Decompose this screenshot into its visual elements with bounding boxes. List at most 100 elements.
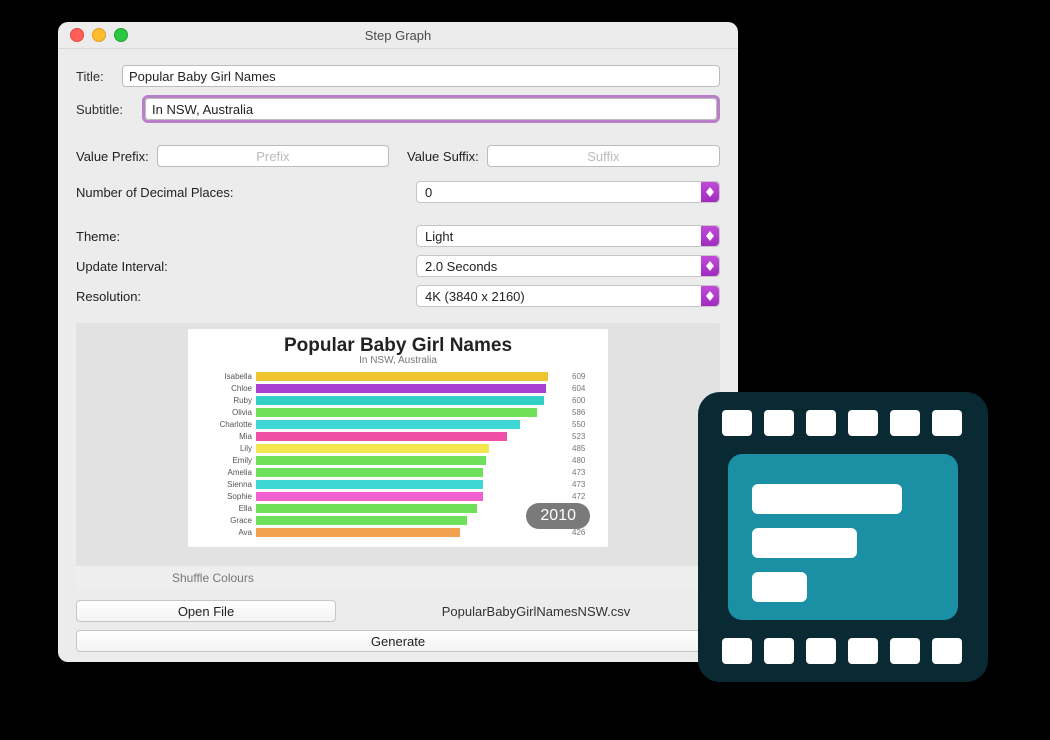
chart-bar-fill [256,432,507,441]
chart-bar-label: Emily [198,456,256,465]
chart-bar-track [256,528,568,537]
chart-bar-fill [256,372,548,381]
chart-bar-track [256,372,568,381]
chart-bar-fill [256,396,544,405]
chart-bar-track [256,480,568,489]
app-window: Step Graph Title: Subtitle: Value Prefix… [58,22,738,662]
label-subtitle: Subtitle: [76,102,142,117]
theme-select[interactable]: Light [416,225,720,247]
chart-bar-fill [256,384,546,393]
chart-bar-row: Isabella 609 [198,370,598,382]
chart-bar-track [256,456,568,465]
chevron-updown-icon [701,256,719,276]
chart-bar-track [256,504,568,513]
chart-bar-value: 480 [568,456,598,465]
chart-bar-label: Sienna [198,480,256,489]
chart-bar-value: 609 [568,372,598,381]
chart-bar-row: Amelia 473 [198,466,598,478]
chart-bar-label: Sophie [198,492,256,501]
chart-bar-track [256,492,568,501]
chart-bar-label: Olivia [198,408,256,417]
chart-bar-value: 604 [568,384,598,393]
chart-bar-label: Ruby [198,396,256,405]
label-decimal-places: Number of Decimal Places: [76,185,416,200]
update-interval-value: 2.0 Seconds [425,259,497,274]
decimal-places-select[interactable]: 0 [416,181,720,203]
value-prefix-input[interactable] [157,145,389,167]
value-suffix-input[interactable] [487,145,720,167]
resolution-select[interactable]: 4K (3840 x 2160) [416,285,720,307]
chart-bar-label: Amelia [198,468,256,477]
chart-bar-label: Isabella [198,372,256,381]
chart-bar-track [256,384,568,393]
chart-bar-row: Ruby 600 [198,394,598,406]
label-update-interval: Update Interval: [76,259,416,274]
preview-pane: Popular Baby Girl Names In NSW, Australi… [76,323,720,590]
label-resolution: Resolution: [76,289,416,304]
open-file-label: Open File [178,604,234,619]
chart-bar-row: Olivia 586 [198,406,598,418]
chart-bar-fill [256,408,537,417]
chart-bar-row: Sophie 472 [198,490,598,502]
shuffle-colours-button[interactable]: Shuffle Colours [76,566,720,590]
window-title: Step Graph [58,28,738,43]
label-title: Title: [76,69,122,84]
chart-bar-fill [256,480,483,489]
chevron-updown-icon [701,226,719,246]
chart-bar-value: 485 [568,444,598,453]
chart-bar-value: 473 [568,468,598,477]
chart-bar-fill [256,456,486,465]
chart-bar-fill [256,420,520,429]
chart-bar-value: 473 [568,480,598,489]
label-value-suffix: Value Suffix: [407,149,479,164]
chart-bar-fill [256,504,477,513]
chart-bar-fill [256,516,467,525]
decimal-places-value: 0 [425,185,432,200]
chart-title: Popular Baby Girl Names [198,335,598,357]
content: Title: Subtitle: Value Prefix: Value Suf… [58,49,738,662]
chart-bar-label: Ava [198,528,256,537]
chart-bar-value: 600 [568,396,598,405]
chart-bar-value: 523 [568,432,598,441]
chart-bar-value: 586 [568,408,598,417]
generate-button[interactable]: Generate [76,630,720,652]
chart-bar-track [256,396,568,405]
theme-value: Light [425,229,453,244]
chart-bar-row: Emily 480 [198,454,598,466]
year-badge: 2010 [526,503,590,529]
chart-bar-row: Chloe 604 [198,382,598,394]
chart-bar-track [256,432,568,441]
title-input[interactable] [122,65,720,87]
chart-bar-fill [256,492,483,501]
chart-bar-track [256,420,568,429]
chart-subtitle: In NSW, Australia [198,355,598,366]
chart-bar-track [256,444,568,453]
chart-bar-label: Ella [198,504,256,513]
generate-label: Generate [371,634,425,649]
titlebar: Step Graph [58,22,738,49]
chart-bar-row: Charlotte 550 [198,418,598,430]
chart-bar-track [256,516,568,525]
chart-bar-fill [256,528,460,537]
chart-bar-track [256,408,568,417]
filename-label: PopularBabyGirlNamesNSW.csv [352,604,720,619]
chart-bar-label: Lily [198,444,256,453]
chart-bar-value: 550 [568,420,598,429]
chart-bar-label: Charlotte [198,420,256,429]
chart-bar-fill [256,444,489,453]
label-value-prefix: Value Prefix: [76,149,149,164]
update-interval-select[interactable]: 2.0 Seconds [416,255,720,277]
chart-preview: Popular Baby Girl Names In NSW, Australi… [188,329,608,547]
chart-bar-value: 472 [568,492,598,501]
chart-bar-row: Mia523 [198,430,598,442]
subtitle-input[interactable] [145,98,717,120]
app-icon [688,382,998,692]
resolution-value: 4K (3840 x 2160) [425,289,525,304]
label-theme: Theme: [76,229,416,244]
shuffle-colours-label: Shuffle Colours [172,571,254,585]
open-file-button[interactable]: Open File [76,600,336,622]
chart-bar-label: Chloe [198,384,256,393]
chart-bar-fill [256,468,483,477]
chart-bar-track [256,468,568,477]
subtitle-focus-ring [142,95,720,123]
